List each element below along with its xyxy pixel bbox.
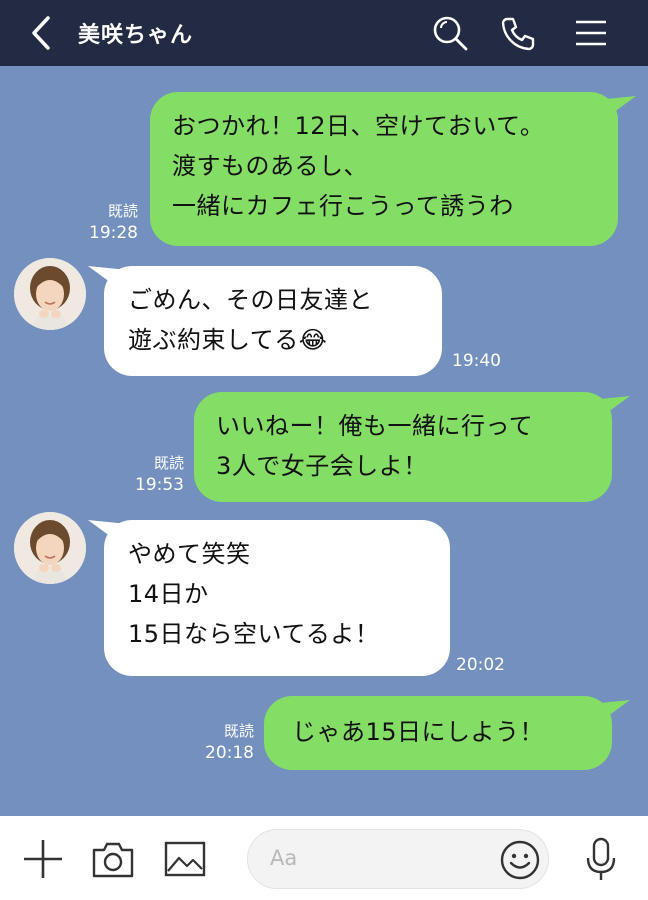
phone-icon[interactable]: [498, 13, 538, 53]
message-line: ごめん、その日友達と: [128, 286, 373, 314]
bubble-tail: [590, 396, 630, 418]
message-meta: 既読 19:53: [108, 452, 184, 496]
read-receipt: 既読: [107, 202, 138, 220]
image-icon[interactable]: [162, 836, 208, 882]
message-line: 15日なら空いてるよ！: [128, 620, 380, 648]
microphone-icon[interactable]: [578, 836, 624, 882]
read-receipt: 既読: [223, 722, 254, 740]
menu-icon[interactable]: [571, 13, 611, 53]
avatar[interactable]: [14, 512, 86, 584]
message-meta: 20:02: [456, 654, 505, 676]
outgoing-message-bubble[interactable]: じゃあ15日にしよう！: [264, 696, 612, 770]
message-line: いいねー！俺も一緒に行って: [216, 412, 534, 440]
message-line: 14日か: [128, 580, 209, 608]
bubble-tail: [596, 96, 636, 118]
message-meta: 既読 20:18: [178, 720, 254, 764]
avatar[interactable]: [14, 258, 86, 330]
bubble-tail: [590, 700, 630, 722]
emoji-icon[interactable]: [498, 838, 542, 882]
message-time: 19:53: [135, 475, 184, 495]
message-input[interactable]: Aa: [247, 829, 549, 889]
message-time: 20:02: [456, 655, 505, 675]
search-icon[interactable]: [430, 13, 470, 53]
message-line: 3人で女子会しよ！: [216, 452, 428, 480]
avatar-image: [14, 258, 86, 330]
message-time: 20:18: [205, 743, 254, 763]
outgoing-message-bubble[interactable]: いいねー！俺も一緒に行って 3人で女子会しよ！: [194, 392, 612, 502]
chat-area[interactable]: おつかれ！12日、空けておいて。 渡すものあるし、 一緒にカフェ行こうって誘うわ…: [0, 66, 648, 816]
input-bar: Aa: [0, 816, 648, 900]
message-time: 19:40: [452, 351, 501, 371]
chat-title: 美咲ちゃん: [78, 23, 194, 48]
message-meta: 既読 19:28: [62, 200, 138, 244]
message-line: 渡すものあるし、: [172, 152, 368, 180]
incoming-message-bubble[interactable]: やめて笑笑 14日か 15日なら空いてるよ！: [104, 520, 450, 676]
camera-icon[interactable]: [90, 836, 136, 882]
read-receipt: 既読: [153, 454, 184, 472]
chat-header: 美咲ちゃん: [0, 0, 648, 66]
message-line: じゃあ15日にしよう！: [292, 718, 545, 746]
message-input-placeholder: Aa: [270, 846, 298, 870]
back-icon[interactable]: [22, 12, 62, 54]
incoming-message-bubble[interactable]: ごめん、その日友達と 遊ぶ約束してる😂: [104, 266, 442, 376]
avatar-image: [14, 512, 86, 584]
message-line: 遊ぶ約束してる😂: [128, 326, 328, 354]
message-meta: 19:40: [452, 350, 501, 372]
message-time: 19:28: [89, 223, 138, 243]
message-line: 一緒にカフェ行こうって誘うわ: [172, 192, 514, 220]
message-line: やめて笑笑: [128, 540, 251, 568]
message-line: おつかれ！12日、空けておいて。: [172, 112, 545, 140]
plus-icon[interactable]: [20, 836, 66, 882]
outgoing-message-bubble[interactable]: おつかれ！12日、空けておいて。 渡すものあるし、 一緒にカフェ行こうって誘うわ: [150, 92, 618, 246]
